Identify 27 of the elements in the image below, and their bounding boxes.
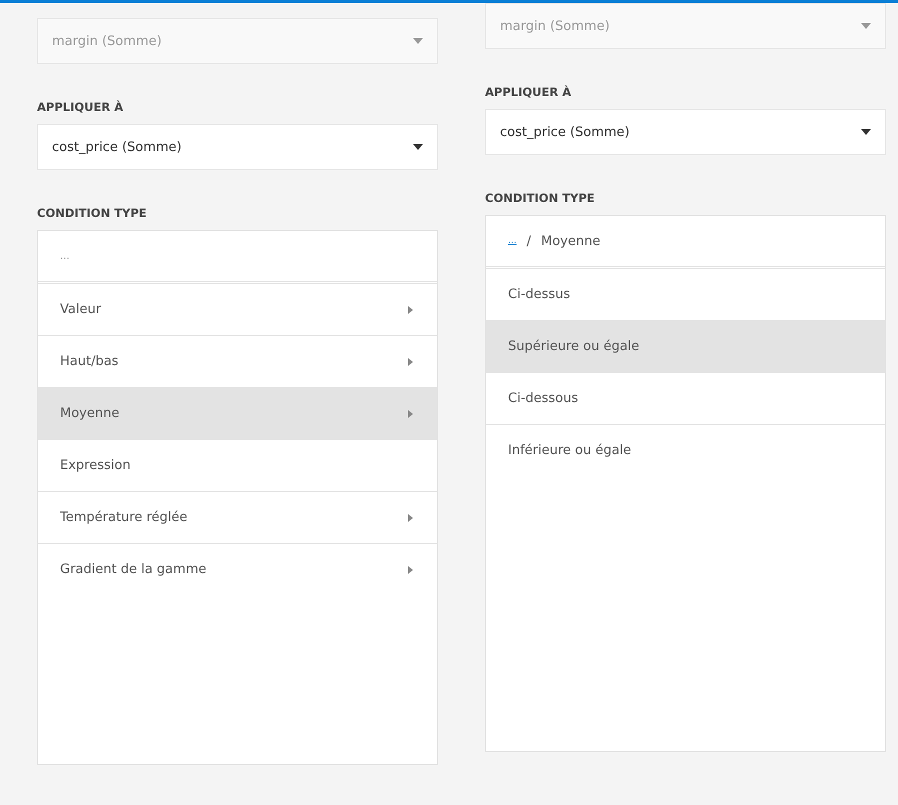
breadcrumb-separator: / (526, 234, 531, 248)
breadcrumb-item: Moyenne (540, 234, 600, 248)
list-item[interactable]: Moyenne (38, 388, 437, 440)
breadcrumb-link[interactable]: ... (508, 236, 517, 246)
list-item[interactable]: Expression (38, 440, 437, 492)
breadcrumb-item: ... (60, 250, 70, 262)
section-label: CONDITION TYPE (37, 206, 148, 220)
submenu-arrow-icon (408, 358, 413, 366)
caret-icon (413, 144, 423, 150)
list-item[interactable]: Gradient de la gamme (38, 544, 437, 595)
list-item[interactable]: Supérieure ou égale (486, 321, 885, 373)
section-label: CONDITION TYPE (485, 191, 596, 205)
caret-icon (861, 129, 871, 135)
submenu-arrow-icon (408, 514, 413, 522)
dropdown[interactable]: cost_price (Somme) (485, 109, 886, 155)
caret-icon (413, 38, 423, 44)
submenu-arrow-icon (408, 410, 413, 418)
list-item[interactable]: Inférieure ou égale (486, 425, 885, 476)
caret-icon (861, 23, 871, 29)
list-item[interactable]: Température réglée (38, 492, 437, 544)
list-item[interactable]: Ci-dessous (486, 373, 885, 425)
field-label: APPLIQUER À (37, 100, 124, 114)
field-label: APPLIQUER À (485, 85, 572, 99)
dropdown[interactable]: cost_price (Somme) (37, 124, 438, 170)
submenu-arrow-icon (408, 566, 413, 574)
list-item[interactable]: Valeur (38, 284, 437, 336)
submenu-arrow-icon (408, 306, 413, 314)
